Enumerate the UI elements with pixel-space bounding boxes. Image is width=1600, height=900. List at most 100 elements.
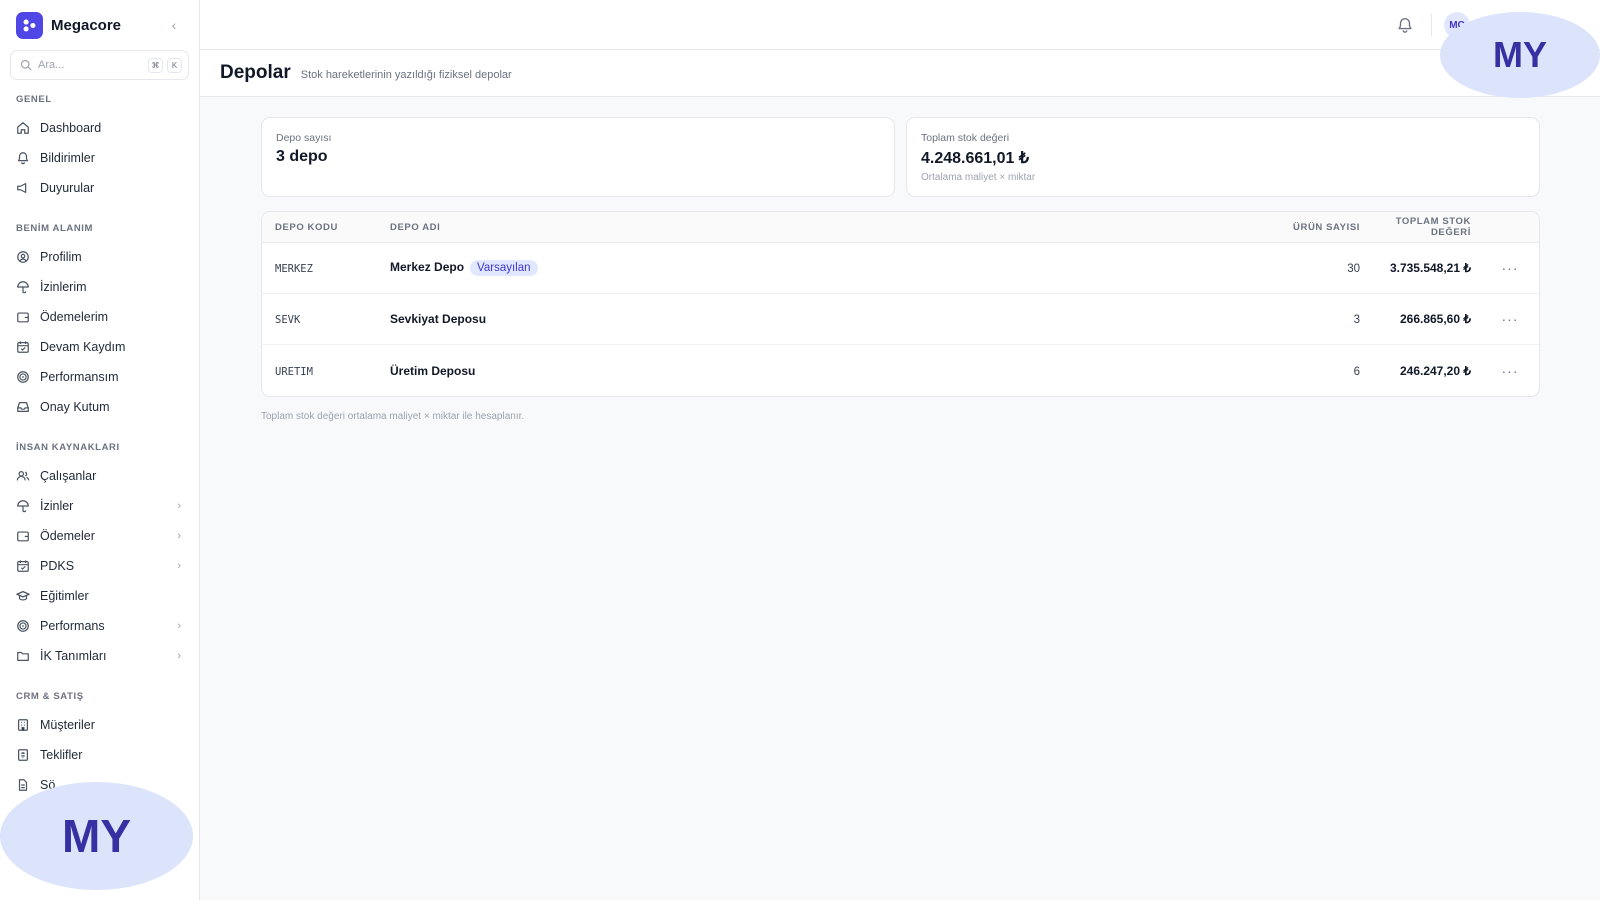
target-icon xyxy=(16,619,30,633)
product-count: 30 xyxy=(1347,263,1360,275)
sidebar-item-label: Performansım xyxy=(40,370,119,384)
document-icon xyxy=(16,778,30,792)
table-row[interactable]: MERKEZ Merkez Depo Varsayılan 30 3.735.548,2… xyxy=(262,243,1539,294)
cell-total: 246.247,20 ₺ xyxy=(1360,364,1481,378)
page-subtitle: Stok hareketlerinin yazıldığı fiziksel d… xyxy=(300,69,512,81)
brand: Megacore ‹ xyxy=(0,0,199,50)
nav-section-title: İNSAN KAYNAKLARI xyxy=(16,442,120,453)
warehouse-code: SEVK xyxy=(275,314,301,326)
sidebar-item-ik-tanimlari[interactable]: İK Tanımları › xyxy=(0,641,199,671)
nav-section-title: CRM & SATIŞ xyxy=(16,691,84,702)
wallet-icon xyxy=(16,310,30,324)
sidebar-item-label: Ödemelerim xyxy=(40,310,109,324)
sidebar-item-musteriler[interactable]: Müşteriler xyxy=(0,710,199,740)
sidebar: Megacore ‹ ⌘ K GENEL Dashboard Bildirimler… xyxy=(0,0,200,900)
table-row[interactable]: URETIM Üretim Deposu 6 246.247,20 ₺ ··· xyxy=(262,345,1539,396)
watermark-logo: MY xyxy=(1440,12,1600,98)
sidebar-item-performansim[interactable]: Performansım xyxy=(0,362,199,392)
sidebar-item-izinlerim[interactable]: İzinlerim xyxy=(0,272,199,302)
topbar-divider xyxy=(1431,14,1432,36)
search-input[interactable] xyxy=(38,59,138,71)
sidebar-item-label: Müşteriler xyxy=(40,718,95,732)
collapse-sidebar-icon[interactable]: ‹ xyxy=(165,17,183,33)
warehouses-table: DEPO KODU DEPO ADI ÜRÜN SAYISI TOPLAM ST… xyxy=(261,211,1540,397)
column-header-total[interactable]: TOPLAM STOK DEĞERİ xyxy=(1360,216,1481,238)
sidebar-item-odemelerim[interactable]: Ödemelerim xyxy=(0,302,199,332)
cell-code: SEVK xyxy=(262,312,390,326)
cell-name: Sevkiyat Deposu xyxy=(390,312,950,326)
chevron-right-icon: › xyxy=(177,530,181,542)
cell-name: Merkez Depo Varsayılan xyxy=(390,260,950,276)
sidebar-item-label: PDKS xyxy=(40,559,75,573)
column-header-code[interactable]: DEPO KODU xyxy=(262,222,390,233)
sidebar-item-odemeler[interactable]: Ödemeler › xyxy=(0,521,199,551)
default-badge: Varsayılan xyxy=(470,260,538,276)
more-actions-icon[interactable]: ··· xyxy=(1502,363,1519,379)
stat-label: Toplam stok değeri xyxy=(921,132,1010,144)
sidebar-item-izinler[interactable]: İzinler › xyxy=(0,491,199,521)
stock-value: 3.735.548,21 ₺ xyxy=(1389,261,1471,275)
more-actions-icon[interactable]: ··· xyxy=(1502,311,1519,327)
column-header-name[interactable]: DEPO ADI xyxy=(390,222,950,233)
notifications-bell-icon[interactable] xyxy=(1396,16,1414,34)
watermark-logo: MY xyxy=(0,782,193,890)
cell-actions: ··· xyxy=(1481,311,1539,327)
sidebar-item-performans[interactable]: Performans › xyxy=(0,611,199,641)
bell-icon xyxy=(16,151,30,165)
page-header: Depolar Stok hareketlerinin yazıldığı fi… xyxy=(200,50,1600,97)
more-actions-icon[interactable]: ··· xyxy=(1502,260,1519,276)
search-icon xyxy=(20,59,32,71)
cell-actions: ··· xyxy=(1481,260,1539,276)
stock-value: 266.865,60 ₺ xyxy=(1399,312,1471,326)
cell-total: 3.735.548,21 ₺ xyxy=(1360,261,1481,275)
sidebar-item-label: Dashboard xyxy=(40,121,102,135)
sidebar-item-calisanlar[interactable]: Çalışanlar xyxy=(0,461,199,491)
sidebar-item-egitimler[interactable]: Eğitimler xyxy=(0,581,199,611)
receipt-icon xyxy=(16,748,30,762)
sidebar-item-label: Bildirimler xyxy=(40,151,95,165)
sidebar-item-bildirimler[interactable]: Bildirimler xyxy=(0,143,199,173)
cell-count: 3 xyxy=(950,312,1360,326)
warehouse-code: URETIM xyxy=(275,365,313,378)
megaphone-icon xyxy=(16,181,30,195)
sidebar-item-pdks[interactable]: PDKS › xyxy=(0,551,199,581)
sidebar-nav: GENEL Dashboard Bildirimler Duyurular BENİM … xyxy=(0,94,199,800)
warehouse-name[interactable]: Merkez Depo xyxy=(390,260,464,274)
sidebar-item-label: Duyurular xyxy=(40,181,95,195)
nav-section-title: GENEL xyxy=(16,94,52,105)
sidebar-item-devam-kaydim[interactable]: Devam Kaydım xyxy=(0,332,199,362)
brand-name: Megacore xyxy=(51,16,122,34)
warehouse-count-card: Depo sayısı 3 depo xyxy=(261,117,895,197)
cell-actions: ··· xyxy=(1481,363,1539,379)
chevron-right-icon: › xyxy=(177,500,181,512)
chevron-right-icon: › xyxy=(177,560,181,572)
stat-value: 4.248.661,01 ₺ xyxy=(921,150,1030,167)
search-shortcut: ⌘ K xyxy=(148,57,182,73)
cell-total: 266.865,60 ₺ xyxy=(1360,312,1481,326)
calendar-icon xyxy=(16,559,30,573)
calendar-icon xyxy=(16,340,30,354)
target-icon xyxy=(16,370,30,384)
sidebar-item-label: İK Tanımları xyxy=(40,649,107,663)
sidebar-item-dashboard[interactable]: Dashboard xyxy=(0,113,199,143)
stat-cards: Depo sayısı 3 depo Toplam stok değeri 4.… xyxy=(261,117,1540,197)
sidebar-item-duyurular[interactable]: Duyurular xyxy=(0,173,199,203)
table-footnote: Toplam stok değeri ortalama maliyet × mi… xyxy=(261,411,525,422)
warehouse-name[interactable]: Sevkiyat Deposu xyxy=(390,312,486,326)
total-stock-value-card: Toplam stok değeri 4.248.661,01 ₺ Ortala… xyxy=(906,117,1540,197)
sidebar-item-onay-kutum[interactable]: Onay Kutum xyxy=(0,392,199,422)
column-header-count[interactable]: ÜRÜN SAYISI xyxy=(950,222,1360,233)
wallet-icon xyxy=(16,529,30,543)
sidebar-item-label: Profilim xyxy=(40,250,82,264)
sidebar-item-teklifler[interactable]: Teklifler xyxy=(0,740,199,770)
table-header: DEPO KODU DEPO ADI ÜRÜN SAYISI TOPLAM ST… xyxy=(262,212,1539,243)
search-box[interactable]: ⌘ K xyxy=(10,50,189,80)
stat-note: Ortalama maliyet × miktar xyxy=(921,172,1036,183)
warehouse-name[interactable]: Üretim Deposu xyxy=(390,364,475,378)
sidebar-item-label: Performans xyxy=(40,619,105,633)
chevron-right-icon: › xyxy=(177,650,181,662)
sidebar-item-profilim[interactable]: Profilim xyxy=(0,242,199,272)
cell-code: MERKEZ xyxy=(262,261,390,275)
cell-count: 30 xyxy=(950,261,1360,275)
table-row[interactable]: SEVK Sevkiyat Deposu 3 266.865,60 ₺ ··· xyxy=(262,294,1539,345)
